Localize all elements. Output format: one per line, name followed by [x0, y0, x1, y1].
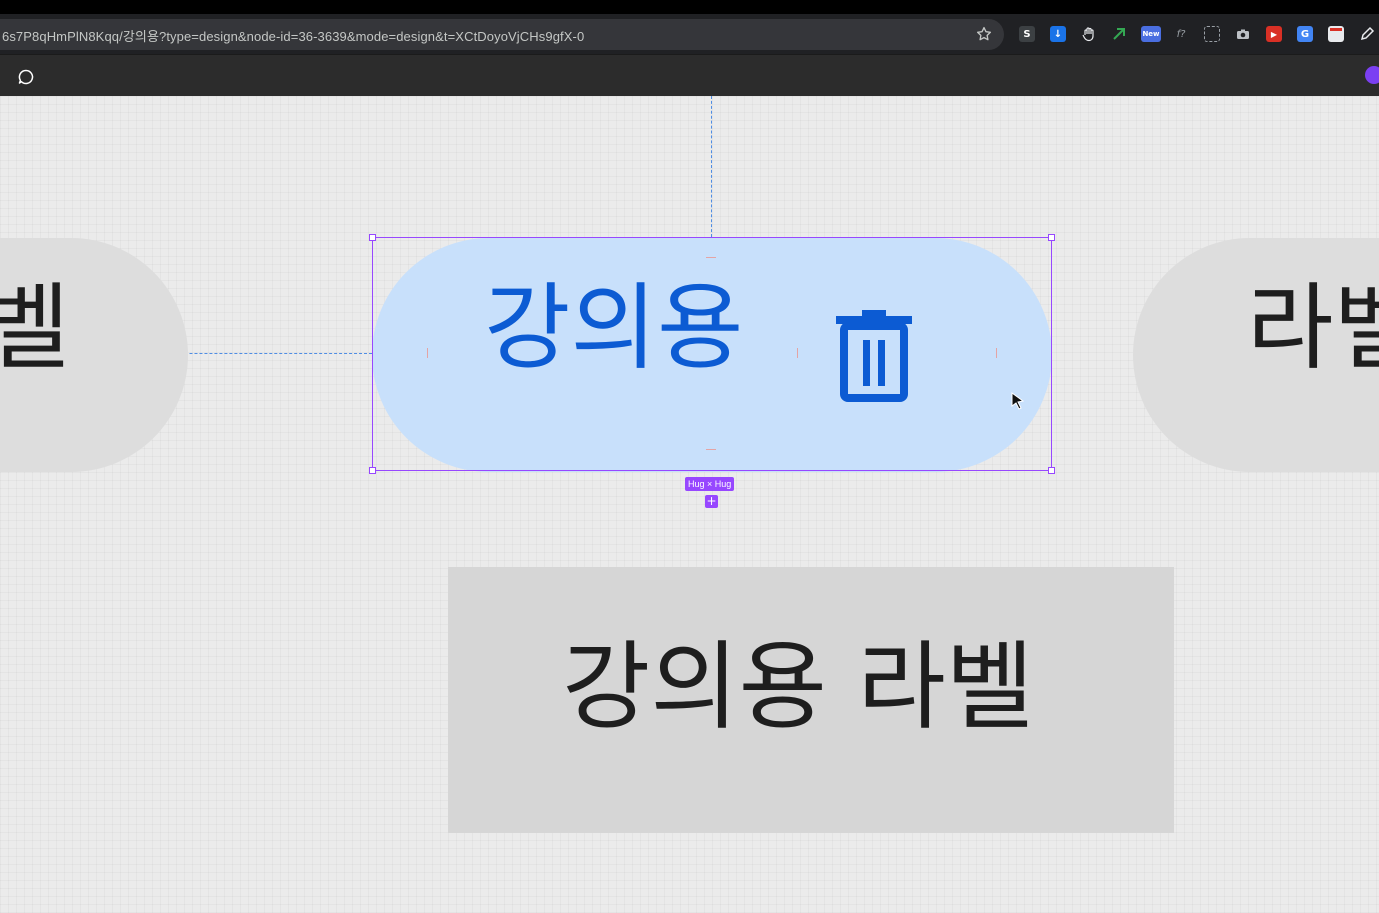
- figma-toolbar: [0, 54, 1379, 96]
- browser-toolbar: 6s7P8qHmPlN8Kqq/강의용?type=design&node-id=…: [0, 14, 1379, 54]
- vertical-guide-line: [711, 96, 712, 237]
- gap-marker: [797, 348, 798, 358]
- url-text[interactable]: 6s7P8qHmPlN8Kqq/강의용?type=design&node-id=…: [2, 26, 584, 45]
- left-pill-text: 벨: [0, 274, 70, 383]
- bookmark-star-icon[interactable]: [975, 25, 993, 43]
- camera-icon[interactable]: [1235, 26, 1251, 42]
- comment-icon[interactable]: [16, 67, 36, 87]
- s-extension-icon[interactable]: S: [1019, 26, 1035, 42]
- size-label-badge[interactable]: Hug × Hug: [685, 477, 735, 491]
- function-icon[interactable]: f?: [1173, 26, 1189, 42]
- screen-capture-icon[interactable]: [1204, 26, 1220, 42]
- padding-marker-right: [996, 348, 997, 358]
- selection-frame[interactable]: [372, 237, 1052, 471]
- avatar[interactable]: [1365, 66, 1379, 84]
- download-icon[interactable]: ↓: [1050, 26, 1066, 42]
- left-label-pill[interactable]: 벨: [0, 238, 188, 472]
- address-bar[interactable]: 6s7P8qHmPlN8Kqq/강의용?type=design&node-id=…: [0, 19, 1004, 50]
- add-auto-layout-button[interactable]: +: [705, 495, 718, 508]
- bottom-label-frame[interactable]: 강의용 라벨: [448, 567, 1174, 833]
- resize-handle-bottom-left[interactable]: [369, 467, 376, 474]
- resize-handle-top-left[interactable]: [369, 234, 376, 241]
- resize-handle-top-right[interactable]: [1048, 234, 1055, 241]
- mouse-cursor-icon: [1011, 392, 1025, 410]
- hand-icon[interactable]: [1081, 26, 1097, 42]
- padding-marker-top: [706, 257, 716, 258]
- pen-icon[interactable]: [1359, 26, 1375, 42]
- resize-handle-bottom-right[interactable]: [1048, 467, 1055, 474]
- top-black-strip: [0, 0, 1379, 14]
- new-badge-extension-icon[interactable]: New: [1141, 26, 1161, 42]
- design-canvas[interactable]: 벨 라벨 강의용 Hug × Hug + 강의용 라벨: [0, 96, 1379, 913]
- calendar-icon[interactable]: [1328, 26, 1344, 42]
- translate-icon[interactable]: G: [1297, 26, 1313, 42]
- right-label-pill[interactable]: 라벨: [1133, 238, 1379, 472]
- youtube-icon[interactable]: ▶: [1266, 26, 1282, 42]
- padding-marker-left: [427, 348, 428, 358]
- padding-marker-bottom: [706, 449, 716, 450]
- right-pill-text: 라벨: [1247, 274, 1379, 383]
- bird-icon[interactable]: [1111, 26, 1127, 42]
- bottom-frame-text: 강의용 라벨: [562, 631, 1035, 743]
